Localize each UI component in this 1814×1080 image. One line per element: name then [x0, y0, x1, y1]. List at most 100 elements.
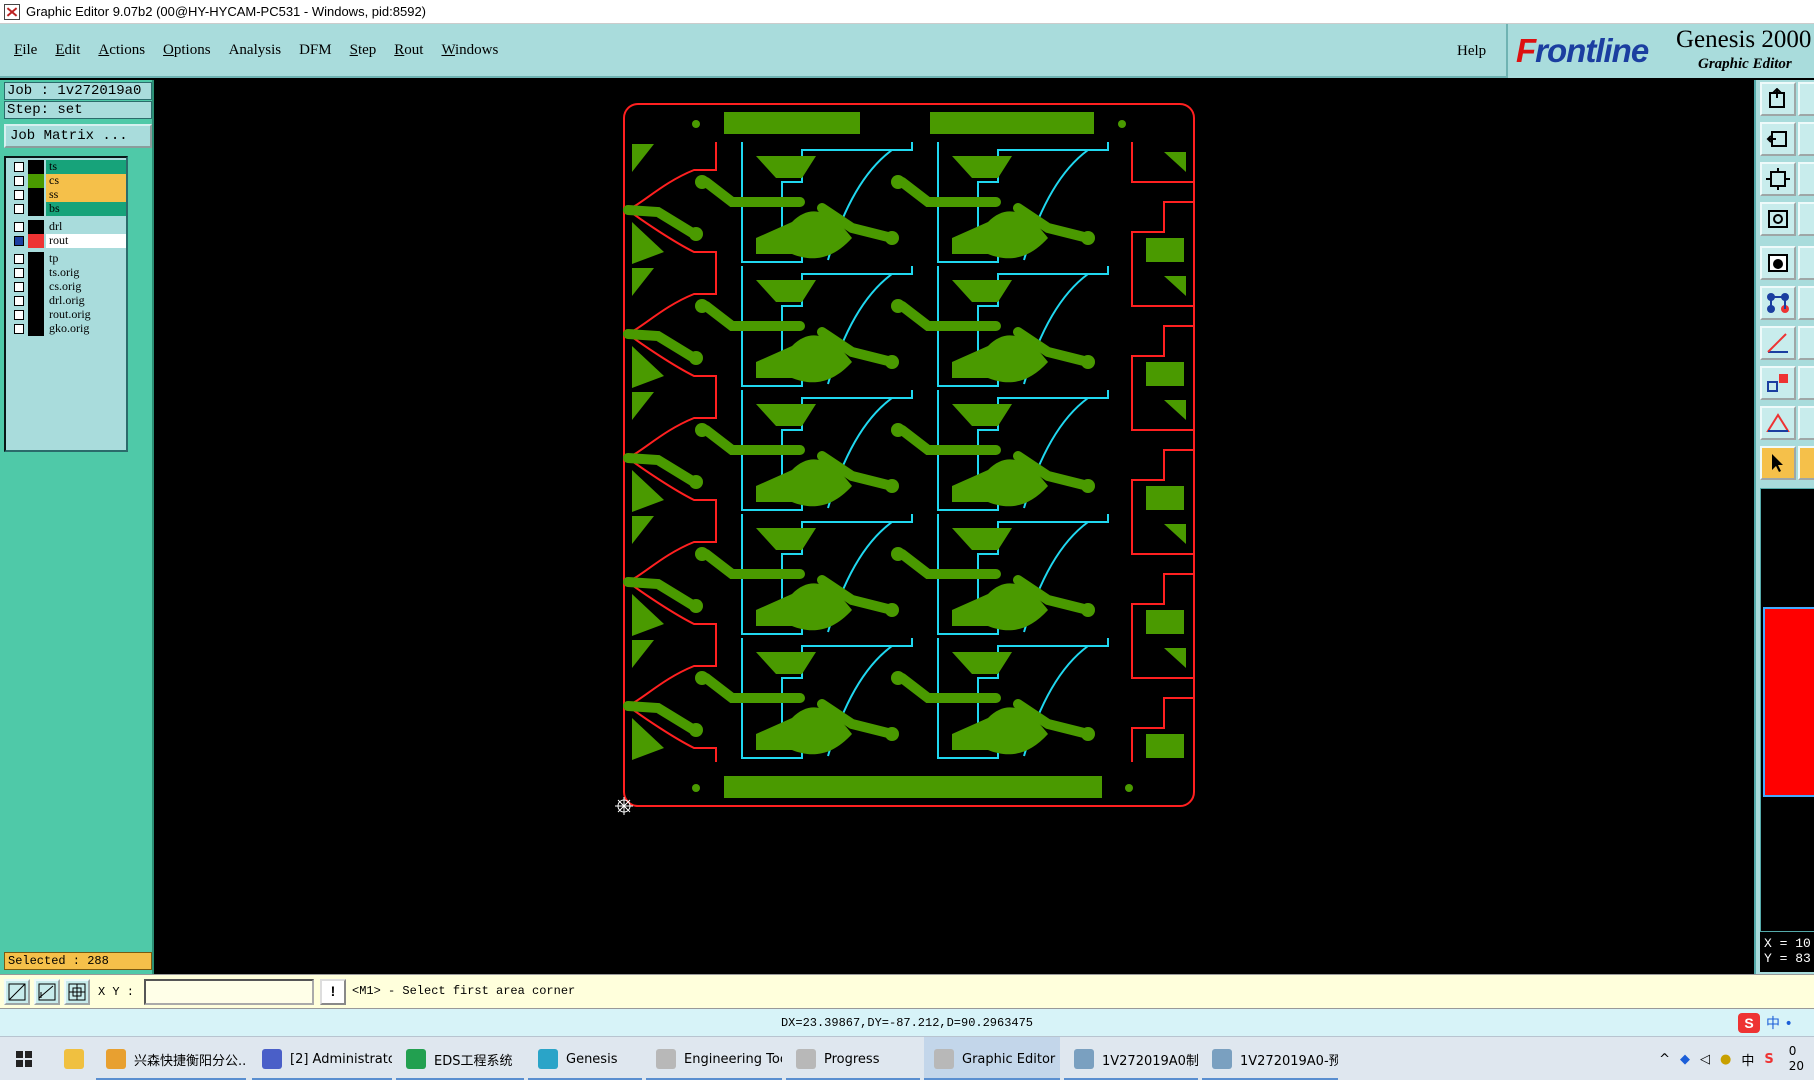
job-label: Job : 1v272019a0 [4, 82, 152, 100]
alert-button[interactable]: ! [320, 979, 346, 1005]
taskbar-item[interactable]: Engineering Tool... [646, 1037, 782, 1080]
layer-checkbox[interactable] [14, 254, 24, 264]
zoom-home-tool[interactable] [1760, 82, 1796, 116]
copper-via [885, 603, 899, 617]
taskbar-item[interactable]: EDS工程系统 [396, 1037, 524, 1080]
menu-edit[interactable]: Edit [46, 42, 89, 59]
graphic-canvas[interactable] [156, 80, 1754, 974]
start-button[interactable] [0, 1037, 48, 1080]
layer-row-ts-orig[interactable]: ts.orig [8, 266, 126, 280]
tray-ime[interactable]: 中 [1741, 1050, 1754, 1069]
taskbar-item[interactable]: 1V272019A0-预审... [1202, 1037, 1338, 1080]
pan-tool[interactable] [1760, 202, 1796, 236]
taskbar-item[interactable]: [2] Administrator... [252, 1037, 392, 1080]
layer-checkbox[interactable] [14, 282, 24, 292]
layer-checkbox[interactable] [14, 236, 24, 246]
zoom-back-tool[interactable] [1760, 122, 1796, 156]
layer-checkbox[interactable] [14, 190, 24, 200]
tool-partial[interactable] [1798, 366, 1814, 400]
taskbar-item[interactable]: Genesis [528, 1037, 642, 1080]
command-prompt: <M1> - Select first area corner [352, 984, 576, 998]
copper-trace [897, 425, 1001, 455]
layer-checkbox[interactable] [14, 324, 24, 334]
overview-window[interactable] [1760, 488, 1814, 932]
taskbar-item-label: Engineering Tool... [684, 1051, 782, 1067]
layer-row-ss[interactable]: ss [8, 188, 126, 202]
layer-checkbox[interactable] [14, 162, 24, 172]
layer-checkbox[interactable] [14, 296, 24, 306]
file-explorer-icon[interactable] [56, 1037, 92, 1080]
layer-checkbox[interactable] [14, 204, 24, 214]
tool-partial[interactable] [1798, 286, 1814, 320]
menu-rout[interactable]: Rout [385, 42, 432, 59]
tray-bluetooth-icon[interactable]: ◆ [1680, 1052, 1690, 1067]
menu-file[interactable]: File [0, 42, 46, 59]
layer-row-bs[interactable]: bs [8, 202, 126, 216]
taskbar-item-label: Graphic Editor 9.... [962, 1051, 1060, 1067]
move-tool[interactable] [1760, 366, 1796, 400]
grid-tool-button[interactable] [64, 979, 90, 1005]
layer-row-cs[interactable]: cs [8, 174, 126, 188]
job-matrix-button[interactable]: Job Matrix ... [4, 124, 152, 148]
layer-checkbox[interactable] [14, 176, 24, 186]
menu-options[interactable]: Options [154, 42, 220, 59]
layer-row-rout[interactable]: rout [8, 234, 126, 248]
add-pad-tool[interactable] [1760, 246, 1796, 280]
layer-checkbox[interactable] [14, 310, 24, 320]
taskbar-item[interactable]: Progress [786, 1037, 920, 1080]
layer-row-cs-orig[interactable]: cs.orig [8, 280, 126, 294]
menu-actions[interactable]: Actions [89, 42, 154, 59]
copper-pad [1164, 648, 1186, 668]
menu-dfm[interactable]: DFM [290, 42, 341, 59]
ime-indicator[interactable]: S 中 • [1738, 1011, 1814, 1035]
layer-name: tp [46, 252, 126, 266]
measure-tool-button[interactable] [34, 979, 60, 1005]
layer-color-swatch [28, 234, 44, 248]
layer-checkbox[interactable] [14, 222, 24, 232]
tool-partial[interactable] [1798, 82, 1814, 116]
menu-windows[interactable]: Windows [432, 42, 507, 59]
tray-volume-icon[interactable]: ◁ [1700, 1052, 1710, 1067]
layer-row-ts[interactable]: ts [8, 160, 126, 174]
taskbar-item[interactable]: 1V272019A0制作... [1064, 1037, 1198, 1080]
layer-row-tp[interactable]: tp [8, 252, 126, 266]
layer-row-rout-orig[interactable]: rout.orig [8, 308, 126, 322]
polygon-tool[interactable] [1760, 406, 1796, 440]
select-arrow-tool[interactable] [1760, 446, 1796, 480]
layer-color-swatch [28, 252, 44, 266]
menu-help[interactable]: Help [1448, 24, 1495, 78]
connect-tool[interactable] [1760, 286, 1796, 320]
copper-via [695, 299, 709, 313]
tool-partial[interactable] [1798, 162, 1814, 196]
copper-pad [952, 280, 1012, 302]
fit-view-tool[interactable] [1760, 162, 1796, 196]
xy-coordinate-input[interactable] [144, 979, 314, 1005]
taskbar-item[interactable]: Graphic Editor 9.... [924, 1037, 1060, 1080]
tray-app-icon[interactable]: ● [1720, 1052, 1731, 1067]
layer-row-drl[interactable]: drl [8, 220, 126, 234]
copper-pad [952, 652, 1012, 674]
copper-pad [632, 718, 664, 760]
layer-row-gko-orig[interactable]: gko.orig [8, 322, 126, 336]
tool-partial[interactable] [1798, 246, 1814, 280]
line-tool[interactable] [1760, 326, 1796, 360]
taskbar-item[interactable]: 兴森快捷衡阳分公... [96, 1037, 246, 1080]
tray-chevron-icon[interactable]: ^ [1659, 1052, 1670, 1067]
menu-step[interactable]: Step [341, 42, 386, 59]
tray-sogou-icon[interactable]: S [1764, 1052, 1773, 1067]
board-outline [623, 103, 1195, 807]
tool-partial[interactable] [1798, 446, 1814, 480]
menu-analysis[interactable]: Analysis [220, 42, 291, 59]
tool-partial[interactable] [1798, 122, 1814, 156]
copper-trace [701, 177, 805, 207]
snap-tool-button[interactable] [4, 979, 30, 1005]
selected-count: Selected : 288 [4, 952, 152, 970]
copper-via [689, 475, 703, 489]
tool-partial[interactable] [1798, 406, 1814, 440]
tool-partial[interactable] [1798, 202, 1814, 236]
tray-clock[interactable]: 0 20 [1784, 1044, 1809, 1074]
layer-row-drl-orig[interactable]: drl.orig [8, 294, 126, 308]
layer-checkbox[interactable] [14, 268, 24, 278]
product-name: Genesis 2000 [1676, 26, 1812, 53]
tool-partial[interactable] [1798, 326, 1814, 360]
